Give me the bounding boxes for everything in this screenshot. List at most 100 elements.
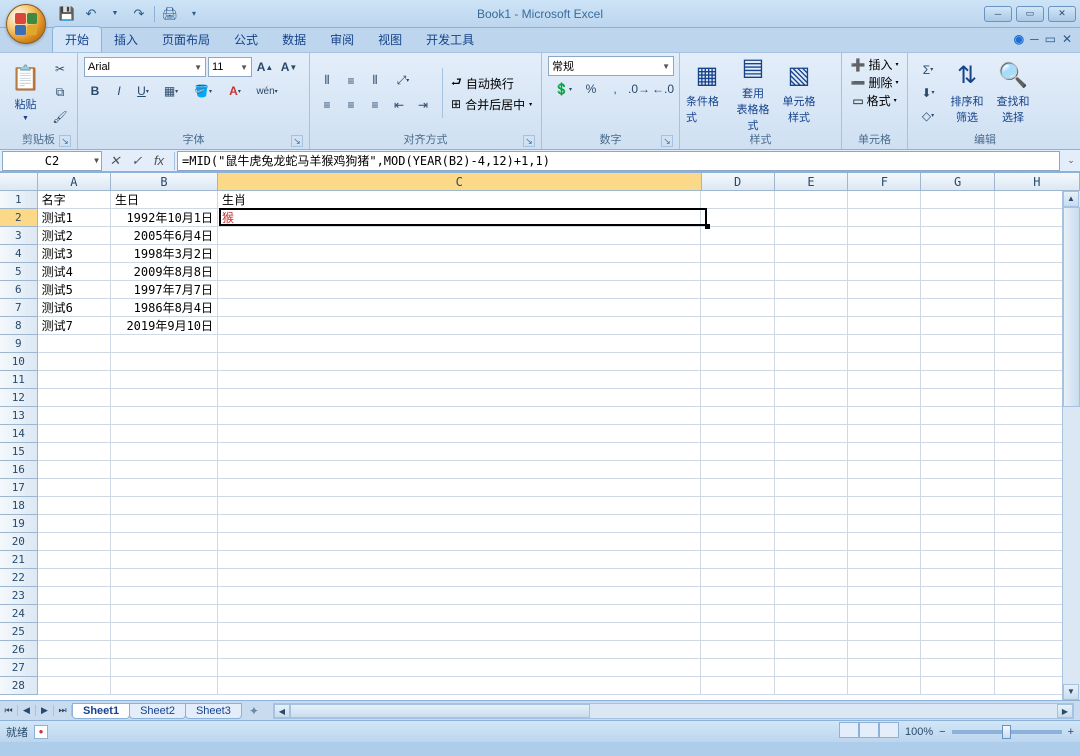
formula-input[interactable]: =MID("鼠牛虎兔龙蛇马羊猴鸡狗猪",MOD(YEAR(B2)-4,12)+1…: [177, 151, 1060, 171]
sheet-tab[interactable]: Sheet2: [129, 703, 186, 719]
cell[interactable]: [218, 263, 701, 281]
cell[interactable]: [775, 659, 848, 677]
tab-formulas[interactable]: 公式: [222, 27, 270, 52]
cell[interactable]: [848, 551, 921, 569]
phonetic-button[interactable]: wén▾: [252, 80, 282, 102]
cell[interactable]: [38, 659, 111, 677]
cell[interactable]: [921, 443, 994, 461]
cell[interactable]: [848, 335, 921, 353]
cell[interactable]: [921, 533, 994, 551]
cell[interactable]: [38, 605, 111, 623]
row-header[interactable]: 1: [0, 191, 38, 209]
row-header[interactable]: 17: [0, 479, 38, 497]
cell[interactable]: 1986年8月4日: [111, 299, 218, 317]
cell[interactable]: [921, 263, 994, 281]
percent-button[interactable]: %: [580, 78, 602, 100]
row-header[interactable]: 20: [0, 533, 38, 551]
cell[interactable]: [111, 389, 218, 407]
cell[interactable]: [775, 371, 848, 389]
horizontal-scrollbar[interactable]: ◀▶: [273, 703, 1074, 719]
cell[interactable]: [775, 623, 848, 641]
cell[interactable]: [775, 317, 848, 335]
cell[interactable]: [218, 299, 701, 317]
cell[interactable]: [111, 515, 218, 533]
cell[interactable]: [848, 425, 921, 443]
cell[interactable]: 测试4: [38, 263, 111, 281]
row-header[interactable]: 22: [0, 569, 38, 587]
autosum-button[interactable]: Σ▾: [914, 59, 942, 81]
row-header[interactable]: 11: [0, 371, 38, 389]
cell[interactable]: [848, 515, 921, 533]
cell[interactable]: [848, 191, 921, 209]
cell[interactable]: [218, 533, 701, 551]
cell[interactable]: [701, 533, 774, 551]
cell[interactable]: [848, 227, 921, 245]
cell[interactable]: [775, 353, 848, 371]
cell[interactable]: [921, 515, 994, 533]
row-header[interactable]: 9: [0, 335, 38, 353]
cell[interactable]: [848, 281, 921, 299]
cell[interactable]: [775, 263, 848, 281]
format-cells-button[interactable]: ▭格式▾: [852, 92, 896, 109]
align-launcher[interactable]: ↘: [523, 135, 535, 147]
cell[interactable]: [38, 641, 111, 659]
cell[interactable]: [218, 335, 701, 353]
cell[interactable]: 2009年8月8日: [111, 263, 218, 281]
cell[interactable]: [848, 389, 921, 407]
format-painter-button[interactable]: 🖌: [49, 106, 71, 128]
cell[interactable]: [38, 479, 111, 497]
cell[interactable]: [701, 479, 774, 497]
insert-sheet-button[interactable]: ✦: [241, 703, 267, 719]
col-header-F[interactable]: F: [848, 173, 921, 190]
cell[interactable]: [38, 353, 111, 371]
cell[interactable]: [218, 461, 701, 479]
cell[interactable]: [701, 497, 774, 515]
cell[interactable]: [111, 371, 218, 389]
fx-button[interactable]: fx: [148, 152, 170, 170]
cell[interactable]: [701, 335, 774, 353]
align-bottom-button[interactable]: ⫴: [364, 70, 386, 92]
view-page-break-button[interactable]: [879, 722, 899, 738]
orientation-button[interactable]: ⤢▾: [388, 70, 418, 92]
cell[interactable]: [111, 461, 218, 479]
minimize-button[interactable]: ─: [984, 6, 1012, 22]
cell[interactable]: 测试5: [38, 281, 111, 299]
row-header[interactable]: 8: [0, 317, 38, 335]
delete-cells-button[interactable]: ➖删除▾: [851, 74, 899, 91]
cell[interactable]: [111, 659, 218, 677]
row-header[interactable]: 13: [0, 407, 38, 425]
cell[interactable]: [701, 659, 774, 677]
cell[interactable]: [111, 605, 218, 623]
format-as-table-button[interactable]: ▤套用 表格格式: [732, 58, 774, 128]
cell[interactable]: [775, 443, 848, 461]
merge-center-button[interactable]: ⊞合并后居中▾: [451, 96, 532, 113]
cell[interactable]: [775, 515, 848, 533]
close-button[interactable]: ✕: [1048, 6, 1076, 22]
row-header[interactable]: 5: [0, 263, 38, 281]
cell[interactable]: [701, 461, 774, 479]
cell[interactable]: [701, 317, 774, 335]
indent-dec-button[interactable]: ⇤: [388, 94, 410, 116]
cell[interactable]: [775, 209, 848, 227]
tab-review[interactable]: 审阅: [318, 27, 366, 52]
tab-home[interactable]: 开始: [52, 26, 102, 52]
cell[interactable]: [775, 461, 848, 479]
col-header-A[interactable]: A: [38, 173, 111, 190]
cell[interactable]: [701, 371, 774, 389]
cell[interactable]: [218, 551, 701, 569]
sheet-tab[interactable]: Sheet3: [185, 703, 242, 719]
border-button[interactable]: ▦▾: [156, 80, 186, 102]
cell[interactable]: [848, 659, 921, 677]
undo-button[interactable]: ↶: [80, 3, 102, 25]
sheet-nav-prev[interactable]: ◀: [18, 705, 36, 716]
cell[interactable]: [921, 281, 994, 299]
align-center-button[interactable]: ≡: [340, 94, 362, 116]
col-header-H[interactable]: H: [995, 173, 1080, 190]
cell[interactable]: [701, 281, 774, 299]
cell[interactable]: 1998年3月2日: [111, 245, 218, 263]
row-header[interactable]: 15: [0, 443, 38, 461]
vertical-scrollbar[interactable]: ▲ ▼: [1062, 191, 1080, 700]
italic-button[interactable]: I: [108, 80, 130, 102]
cell[interactable]: [111, 677, 218, 695]
cell[interactable]: [111, 587, 218, 605]
